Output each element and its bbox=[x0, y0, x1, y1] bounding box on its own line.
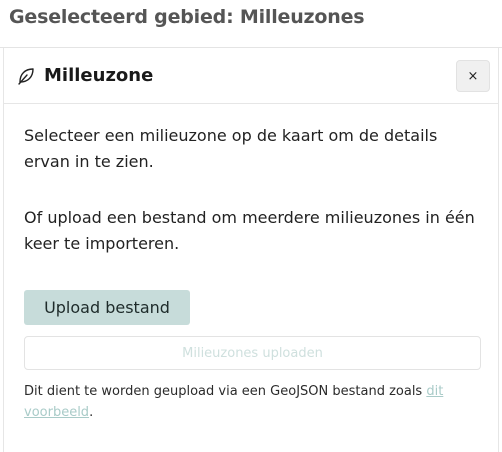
page-title: Geselecteerd gebied: Milleuzones bbox=[9, 6, 365, 28]
upload-instruction: Of upload een bestand om meerdere milieu… bbox=[24, 208, 475, 253]
close-button[interactable]: × bbox=[456, 60, 490, 92]
select-instruction: Selecteer een milieuzone op de kaart om … bbox=[24, 126, 438, 171]
panel-header: Milleuzone × bbox=[4, 48, 498, 104]
milieuzone-panel: Milleuzone × Selecteer een milieuzone op… bbox=[3, 48, 499, 452]
panel-title: Milleuzone bbox=[44, 65, 154, 86]
upload-zones-button[interactable]: Milieuzones uploaden bbox=[24, 336, 481, 370]
hint-text: Dit dient te worden geupload via een Geo… bbox=[24, 384, 427, 399]
leaf-icon bbox=[16, 66, 36, 86]
hint-suffix: . bbox=[89, 405, 94, 420]
geojson-hint: Dit dient te worden geupload via een Geo… bbox=[24, 381, 486, 423]
upload-file-button[interactable]: Upload bestand bbox=[24, 290, 190, 325]
